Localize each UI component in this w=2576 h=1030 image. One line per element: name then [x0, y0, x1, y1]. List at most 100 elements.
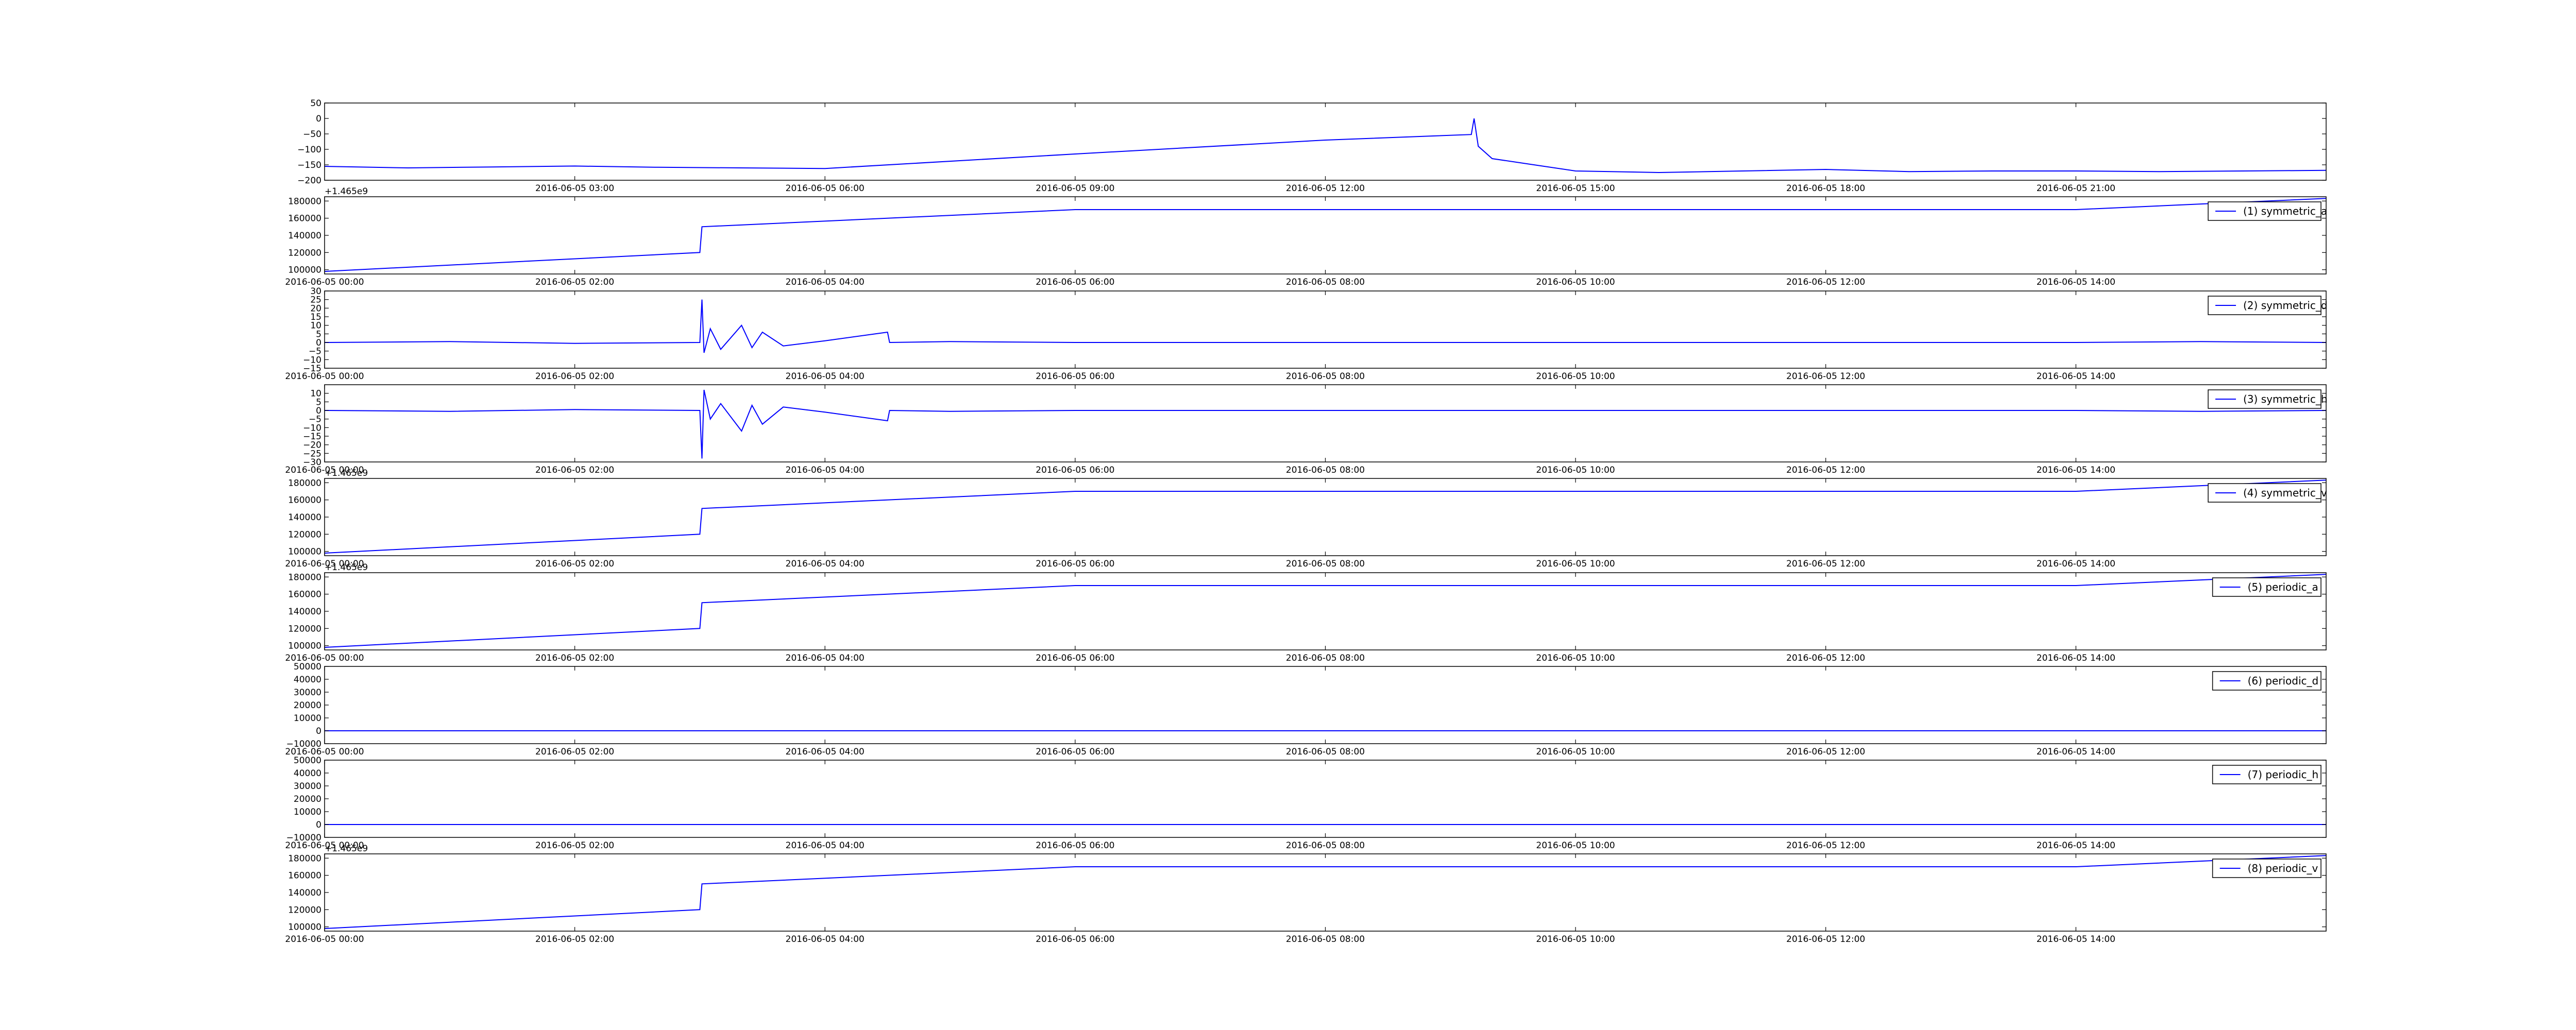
y-tick-label: 120000: [288, 529, 321, 540]
x-tick-label: 2016-06-05 10:00: [1536, 934, 1615, 945]
legend-label: (5) periodic_a: [2248, 581, 2318, 593]
x-tick-label: 2016-06-05 03:00: [535, 183, 614, 194]
legend-label: (2) symmetric_d: [2243, 299, 2328, 312]
x-tick-label: 2016-06-05 00:00: [285, 277, 364, 287]
axes-frame: [324, 290, 2327, 369]
axes-frame: [324, 196, 2327, 274]
x-tick-label: 2016-06-05 12:00: [1786, 747, 1865, 757]
y-tick-label: 180000: [288, 572, 321, 582]
legend-label: (8) periodic_v: [2248, 862, 2318, 874]
y-tick-label: 40000: [294, 675, 321, 685]
series-line-1-1: [324, 118, 2327, 174]
y-tick-label: 100000: [288, 922, 321, 933]
subplot-8: 50000400003000020000100000−100002016-06-…: [285, 756, 2327, 851]
x-tick-label: 2016-06-05 14:00: [2037, 653, 2115, 663]
series-line-5-1: [324, 479, 2327, 554]
x-tick-label: 2016-06-05 06:00: [1036, 371, 1114, 382]
x-tick-label: 2016-06-05 04:00: [786, 747, 865, 757]
y-tick-label: 30000: [294, 688, 321, 698]
y-tick-label: 50000: [294, 662, 321, 672]
x-tick-label: 2016-06-05 10:00: [1536, 277, 1615, 287]
x-tick-label: 2016-06-05 08:00: [1286, 934, 1365, 945]
x-tick-label: 2016-06-05 18:00: [1786, 183, 1865, 194]
x-tick-label: 2016-06-05 09:00: [1036, 183, 1114, 194]
x-tick-label: 2016-06-05 15:00: [1536, 183, 1615, 194]
x-tick-label: 2016-06-05 10:00: [1536, 371, 1615, 382]
x-tick-label: 2016-06-05 06:00: [1036, 559, 1114, 569]
y-tick-label: 50: [310, 98, 321, 109]
subplot-4: 1050−5−10−15−20−25−302016-06-05 00:00 201…: [285, 384, 2328, 475]
x-tick-label: 2016-06-05 08:00: [1286, 840, 1365, 851]
axes-frame: [324, 760, 2327, 838]
x-tick-label: 2016-06-05 04:00: [786, 371, 865, 382]
x-tick-label: 2016-06-05 10:00: [1536, 465, 1615, 475]
y-tick-label: 180000: [288, 478, 321, 488]
legend: (6) periodic_d: [2212, 671, 2321, 691]
axes-frame: [324, 666, 2327, 744]
x-tick-label: 2016-06-05 02:00: [535, 840, 614, 851]
series-line-9-1: [324, 855, 2327, 929]
x-tick-label: 2016-06-05 14:00: [2037, 559, 2115, 569]
x-tick-label: 2016-06-05 12:00: [1786, 934, 1865, 945]
x-tick-label: 2016-06-05 02:00: [535, 653, 614, 663]
legend: (4) symmetric_v: [2208, 483, 2327, 503]
x-tick-label: 2016-06-05 10:00: [1536, 747, 1615, 757]
x-tick-label: 2016-06-05 06:00: [1036, 465, 1114, 475]
legend-label: (1) symmetric_a: [2243, 205, 2327, 217]
x-tick-label: 2016-06-05 06:00: [1036, 653, 1114, 663]
series-line-4-1: [324, 389, 2327, 459]
x-tick-label: 2016-06-05 08:00: [1286, 465, 1365, 475]
x-tick-label: 2016-06-05 02:00: [535, 934, 614, 945]
axes-frame: [324, 102, 2327, 181]
x-tick-label: 2016-06-05 04:00: [786, 653, 865, 663]
y-tick-label: −100: [297, 145, 321, 155]
y-tick-label: 20000: [294, 794, 321, 804]
x-tick-label: 2016-06-05 06:00: [1036, 747, 1114, 757]
y-tick-label: 160000: [288, 590, 321, 600]
x-tick-label: 2016-06-05 00:00: [285, 934, 364, 945]
legend: (8) periodic_v: [2212, 859, 2321, 878]
legend: (2) symmetric_d: [2208, 296, 2328, 315]
y-tick-label: 100000: [288, 547, 321, 557]
y-tick-label: 120000: [288, 905, 321, 915]
x-tick-label: 2016-06-05 04:00: [786, 465, 865, 475]
x-tick-label: 2016-06-05 12:00: [1786, 277, 1865, 287]
x-tick-label: 2016-06-05 08:00: [1286, 747, 1365, 757]
x-tick-label: 2016-06-05 12:00: [1786, 465, 1865, 475]
y-tick-label: 20000: [294, 700, 321, 711]
x-tick-label: 2016-06-05 21:00: [2037, 183, 2115, 194]
x-tick-label: 2016-06-05 14:00: [2037, 747, 2115, 757]
x-tick-label: 2016-06-05 14:00: [2037, 277, 2115, 287]
x-tick-label: 2016-06-05 02:00: [535, 465, 614, 475]
series-line-2-1: [324, 198, 2327, 272]
subplot-2: 100000 120000 140000 160000 180000 2016-06-05…: [285, 186, 2327, 287]
y-tick-label: 140000: [288, 231, 321, 241]
y-tick-label: −50: [303, 129, 321, 140]
x-tick-label: 2016-06-05 10:00: [1536, 840, 1615, 851]
y-tick-label: 160000: [288, 214, 321, 224]
x-tick-label: 2016-06-05 06:00: [1036, 840, 1114, 851]
x-tick-label: 2016-06-05 08:00: [1286, 559, 1365, 569]
y-tick-label: 160000: [288, 871, 321, 881]
x-tick-label: 2016-06-05 14:00: [2037, 371, 2115, 382]
x-tick-label: 2016-06-05 12:00: [1786, 840, 1865, 851]
axes-frame: [324, 384, 2327, 462]
y-tick-label: −200: [297, 176, 321, 186]
y-tick-label: 100000: [288, 265, 321, 276]
legend: (1) symmetric_a: [2208, 201, 2327, 221]
x-tick-label: 2016-06-05 12:00: [1286, 183, 1365, 194]
x-tick-label: 2016-06-05 12:00: [1786, 653, 1865, 663]
y-tick-label: 140000: [288, 607, 321, 617]
y-tick-label: 100000: [288, 641, 321, 651]
x-tick-label: 2016-06-05 04:00: [786, 934, 865, 945]
subplot-6: 100000 120000 140000 160000 180000 2016-06-05…: [285, 562, 2327, 663]
series-line-6-1: [324, 574, 2327, 648]
x-tick-label: 2016-06-05 02:00: [535, 371, 614, 382]
y-tick-label: 30000: [294, 781, 321, 792]
y-tick-label: 120000: [288, 248, 321, 258]
x-tick-label: 2016-06-05 10:00: [1536, 653, 1615, 663]
x-tick-label: 2016-06-05 10:00: [1536, 559, 1615, 569]
chart-figure: 50 0 −50 −100 −150 −200 2016-06-05 03:00 2016-0…: [285, 98, 2328, 945]
x-tick-label: 2016-06-05 04:00: [786, 277, 865, 287]
x-tick-label: 2016-06-05 06:00: [1036, 934, 1114, 945]
